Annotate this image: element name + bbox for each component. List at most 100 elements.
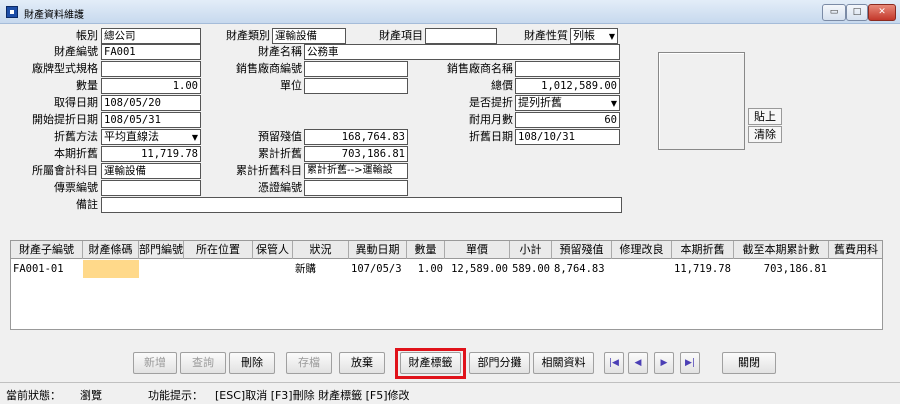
useful-months-field[interactable]: 60 bbox=[515, 112, 620, 128]
column-header[interactable]: 截至本期累計數 bbox=[734, 241, 829, 259]
brand-label: 廠牌型式規格 bbox=[32, 62, 98, 75]
column-header[interactable]: 數量 bbox=[407, 241, 445, 259]
paste-photo-button[interactable]: 貼上 bbox=[748, 108, 782, 125]
table-cell[interactable] bbox=[184, 260, 253, 278]
column-header[interactable]: 小計 bbox=[510, 241, 552, 259]
depr-method-dropdown[interactable]: 平均直線法 ▼ bbox=[101, 129, 201, 145]
asset-no-field[interactable]: FA001 bbox=[101, 44, 201, 60]
table-cell[interactable]: 703,186.81 bbox=[734, 260, 829, 278]
chevron-down-icon: ▼ bbox=[608, 32, 615, 41]
depr-method-label: 折舊方法 bbox=[54, 130, 98, 143]
accum-subject-label: 累計折舊科目 bbox=[236, 164, 302, 177]
acq-date-field[interactable]: 108/05/20 bbox=[101, 95, 201, 111]
qty-label: 數量 bbox=[76, 79, 98, 92]
note-field[interactable] bbox=[101, 197, 622, 213]
depr-date-label: 折舊日期 bbox=[469, 130, 513, 143]
depr-start-label: 開始提折日期 bbox=[32, 113, 98, 126]
column-header[interactable]: 財產條碼 bbox=[83, 241, 139, 259]
column-header[interactable]: 預留殘值 bbox=[552, 241, 612, 259]
useful-months-label: 耐用月數 bbox=[469, 113, 513, 126]
acct-subject-label: 所屬會計科目 bbox=[32, 164, 98, 177]
form-area: 帳別 總公司 財產類別 運輸設備 財產項目 財產性質 列帳 ▼ 財產編號 FA0… bbox=[0, 24, 900, 404]
column-header[interactable]: 保管人 bbox=[253, 241, 293, 259]
maximize-button[interactable]: □ bbox=[846, 4, 868, 21]
table-cell[interactable]: 589.00 bbox=[510, 260, 552, 278]
total-price-field[interactable]: 1,012,589.00 bbox=[515, 78, 620, 94]
new-button[interactable]: 新增 bbox=[133, 352, 177, 374]
total-price-label: 總價 bbox=[491, 79, 513, 92]
column-header[interactable]: 狀況 bbox=[293, 241, 349, 259]
close-window-button[interactable]: ✕ bbox=[868, 4, 896, 21]
nature-value: 列帳 bbox=[573, 29, 595, 42]
barcode-cell[interactable] bbox=[83, 260, 139, 278]
unit-field[interactable] bbox=[304, 78, 408, 94]
save-button[interactable]: 存檔 bbox=[286, 352, 332, 374]
column-header[interactable]: 異動日期 bbox=[349, 241, 407, 259]
state-value: 瀏覽 bbox=[80, 389, 102, 402]
table-cell[interactable]: 11,719.78 bbox=[672, 260, 734, 278]
depr-flag-value: 提列折舊 bbox=[518, 96, 562, 109]
category-field[interactable]: 運輸設備 bbox=[272, 28, 346, 44]
depr-flag-dropdown[interactable]: 提列折舊 ▼ bbox=[515, 95, 620, 111]
table-cell[interactable]: 8,764.83 bbox=[552, 260, 612, 278]
table-cell[interactable] bbox=[612, 260, 672, 278]
query-button[interactable]: 查詢 bbox=[180, 352, 226, 374]
column-header[interactable]: 單價 bbox=[445, 241, 510, 259]
chevron-down-icon: ▼ bbox=[191, 133, 198, 142]
related-data-button[interactable]: 相關資料 bbox=[533, 352, 594, 374]
asset-name-field[interactable]: 公務車 bbox=[304, 44, 620, 60]
clear-photo-button[interactable]: 清除 bbox=[748, 126, 782, 143]
table-row[interactable]: FA001-01 新購 107/05/3 1.00 12,589.00 589.… bbox=[11, 260, 882, 278]
last-record-button[interactable]: ▶| bbox=[680, 352, 700, 374]
account-field[interactable]: 總公司 bbox=[101, 28, 201, 44]
column-header[interactable]: 所在位置 bbox=[184, 241, 253, 259]
residual-label: 預留殘值 bbox=[258, 130, 302, 143]
delete-button[interactable]: 刪除 bbox=[229, 352, 275, 374]
accum-depr-field[interactable]: 703,186.81 bbox=[304, 146, 408, 162]
table-cell[interactable]: 107/05/3 bbox=[349, 260, 407, 278]
unit-label: 單位 bbox=[280, 79, 302, 92]
table-cell[interactable]: FA001-01 bbox=[11, 260, 83, 278]
voucher-field[interactable] bbox=[101, 180, 201, 196]
accum-subject-field[interactable]: 累計折舊-->運輸設 bbox=[304, 163, 408, 179]
accum-depr-label: 累計折舊 bbox=[258, 147, 302, 160]
status-bar: 當前狀態： 瀏覽 功能提示： [ESC]取消 [F3]刪除 財產標籤 [F5]修… bbox=[0, 382, 900, 404]
prev-record-button[interactable]: ◀ bbox=[628, 352, 648, 374]
vendor-no-field[interactable] bbox=[304, 61, 408, 77]
column-header[interactable]: 財產子編號 bbox=[11, 241, 83, 259]
vendor-name-field[interactable] bbox=[515, 61, 620, 77]
account-label: 帳別 bbox=[76, 29, 98, 42]
residual-field[interactable]: 168,764.83 bbox=[304, 129, 408, 145]
nature-dropdown[interactable]: 列帳 ▼ bbox=[570, 28, 618, 44]
depr-date-field[interactable]: 108/10/31 bbox=[515, 129, 620, 145]
category-label: 財產類別 bbox=[226, 29, 270, 42]
app-icon bbox=[6, 6, 18, 18]
table-cell[interactable] bbox=[253, 260, 293, 278]
table-cell[interactable] bbox=[829, 260, 882, 278]
asset-name-label: 財產名稱 bbox=[258, 45, 302, 58]
next-record-button[interactable]: ▶ bbox=[654, 352, 674, 374]
close-button[interactable]: 關閉 bbox=[722, 352, 776, 374]
table-cell[interactable]: 1.00 bbox=[407, 260, 445, 278]
photo-box[interactable] bbox=[658, 52, 745, 150]
hint-value: [ESC]取消 [F3]刪除 財產標籤 [F5]修改 bbox=[215, 389, 410, 402]
dept-allocation-button[interactable]: 部門分攤 bbox=[469, 352, 530, 374]
detail-table[interactable]: 財產子編號 財產條碼 部門編號 所在位置 保管人 狀況 異動日期 數量 單價 小… bbox=[10, 240, 883, 330]
column-header[interactable]: 修理改良 bbox=[612, 241, 672, 259]
brand-field[interactable] bbox=[101, 61, 201, 77]
discard-button[interactable]: 放棄 bbox=[339, 352, 385, 374]
item-field[interactable] bbox=[425, 28, 497, 44]
column-header[interactable]: 部門編號 bbox=[139, 241, 184, 259]
table-cell[interactable] bbox=[139, 260, 184, 278]
cert-field[interactable] bbox=[304, 180, 408, 196]
table-cell[interactable]: 12,589.00 bbox=[445, 260, 510, 278]
acct-subject-field[interactable]: 運輸設備 bbox=[101, 163, 201, 179]
minimize-button[interactable]: ▭ bbox=[822, 4, 846, 21]
period-depr-field[interactable]: 11,719.78 bbox=[101, 146, 201, 162]
column-header[interactable]: 本期折舊 bbox=[672, 241, 734, 259]
table-cell[interactable]: 新購 bbox=[293, 260, 349, 278]
depr-start-field[interactable]: 108/05/31 bbox=[101, 112, 201, 128]
qty-field[interactable]: 1.00 bbox=[101, 78, 201, 94]
first-record-button[interactable]: |◀ bbox=[604, 352, 624, 374]
column-header[interactable]: 舊費用科 bbox=[829, 241, 882, 259]
